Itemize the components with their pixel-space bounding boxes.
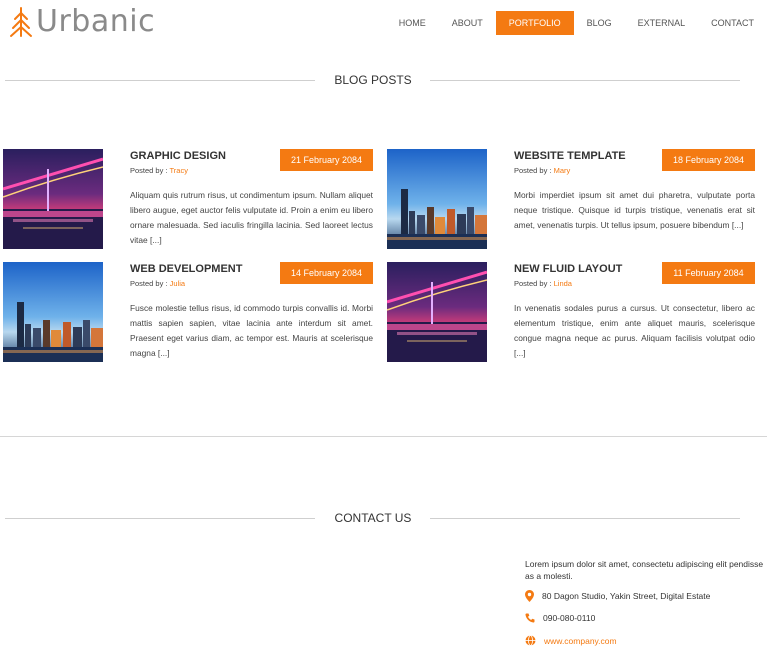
- phone-icon: [525, 613, 535, 623]
- main-nav: HOME ABOUT PORTFOLIO BLOG EXTERNAL CONTA…: [386, 11, 767, 35]
- posted-by-label: Posted by :: [130, 166, 170, 175]
- contact-website: www.company.com: [525, 635, 617, 646]
- brand-name: Urbanic: [36, 4, 156, 39]
- blog-post: NEW FLUID LAYOUT Posted by : Linda 11 Fe…: [387, 262, 755, 363]
- city-skyline-image: [387, 149, 487, 249]
- nav-blog[interactable]: BLOG: [574, 11, 625, 35]
- nav-contact[interactable]: CONTACT: [698, 11, 767, 35]
- post-author: Posted by : Tracy: [130, 166, 188, 175]
- posted-by-label: Posted by :: [514, 279, 554, 288]
- post-title[interactable]: WEBSITE TEMPLATE: [514, 150, 626, 162]
- nav-home[interactable]: HOME: [386, 11, 439, 35]
- posted-by-label: Posted by :: [514, 166, 554, 175]
- contact-us-heading: CONTACT US: [0, 510, 767, 526]
- author-link[interactable]: Tracy: [169, 166, 187, 175]
- city-skyline-image: [3, 262, 103, 362]
- bridge-night-image: [3, 149, 103, 249]
- posted-by-label: Posted by :: [130, 279, 170, 288]
- nav-about[interactable]: ABOUT: [439, 11, 496, 35]
- blog-post: WEB DEVELOPMENT Posted by : Julia 14 Feb…: [3, 262, 373, 363]
- post-thumbnail[interactable]: [3, 149, 103, 249]
- author-link[interactable]: Mary: [554, 166, 571, 175]
- post-author: Posted by : Mary: [514, 166, 570, 175]
- globe-icon: [525, 635, 536, 646]
- post-excerpt: In venenatis sodales purus a cursus. Ut …: [514, 303, 755, 358]
- date-badge: 18 February 2084: [662, 149, 755, 171]
- contact-address: 80 Dagon Studio, Yakin Street, Digital E…: [525, 590, 710, 602]
- blog-posts-heading: BLOG POSTS: [0, 72, 767, 88]
- map-pin-icon: [525, 590, 534, 602]
- address-text: 80 Dagon Studio, Yakin Street, Digital E…: [542, 591, 711, 601]
- date-badge: 11 February 2084: [662, 262, 755, 284]
- date-badge: 21 February 2084: [280, 149, 373, 171]
- nav-external[interactable]: EXTERNAL: [625, 11, 699, 35]
- contact-intro: Lorem ipsum dolor sit amet, consectetu a…: [525, 559, 764, 581]
- author-link[interactable]: Julia: [170, 279, 185, 288]
- section-title: BLOG POSTS: [334, 73, 412, 87]
- post-author: Posted by : Linda: [514, 279, 572, 288]
- post-title[interactable]: NEW FLUID LAYOUT: [514, 263, 622, 275]
- tree-logo-icon: [10, 7, 32, 37]
- post-title[interactable]: GRAPHIC DESIGN: [130, 150, 226, 162]
- divider-line: [5, 80, 315, 81]
- divider-line: [5, 518, 315, 519]
- blog-post: WEBSITE TEMPLATE Posted by : Mary 18 Feb…: [387, 149, 755, 250]
- website-link[interactable]: www.company.com: [544, 636, 617, 646]
- divider-line: [430, 80, 740, 81]
- post-thumbnail[interactable]: [3, 262, 103, 362]
- contact-details: Lorem ipsum dolor sit amet, consectetu a…: [525, 558, 767, 646]
- blog-post: GRAPHIC DESIGN Posted by : Tracy 21 Febr…: [3, 149, 373, 250]
- contact-phone: 090-080-0110: [525, 613, 595, 623]
- bridge-night-image: [387, 262, 487, 362]
- phone-text: 090-080-0110: [543, 613, 596, 623]
- post-author: Posted by : Julia: [130, 279, 185, 288]
- post-thumbnail[interactable]: [387, 262, 487, 362]
- post-thumbnail[interactable]: [387, 149, 487, 249]
- post-title[interactable]: WEB DEVELOPMENT: [130, 263, 242, 275]
- logo[interactable]: Urbanic: [8, 4, 155, 40]
- date-badge: 14 February 2084: [280, 262, 373, 284]
- section-divider: [0, 436, 767, 437]
- divider-line: [430, 518, 740, 519]
- site-header: Urbanic HOME ABOUT PORTFOLIO BLOG EXTERN…: [0, 0, 767, 48]
- author-link[interactable]: Linda: [554, 279, 572, 288]
- post-excerpt: Aliquam quis rutrum risus, ut condimentu…: [130, 190, 373, 245]
- post-excerpt: Fusce molestie tellus risus, id commodo …: [130, 303, 373, 358]
- post-excerpt: Morbi imperdiet ipsum sit amet dui phare…: [514, 190, 755, 230]
- section-title: CONTACT US: [334, 511, 412, 525]
- nav-portfolio[interactable]: PORTFOLIO: [495, 11, 574, 35]
